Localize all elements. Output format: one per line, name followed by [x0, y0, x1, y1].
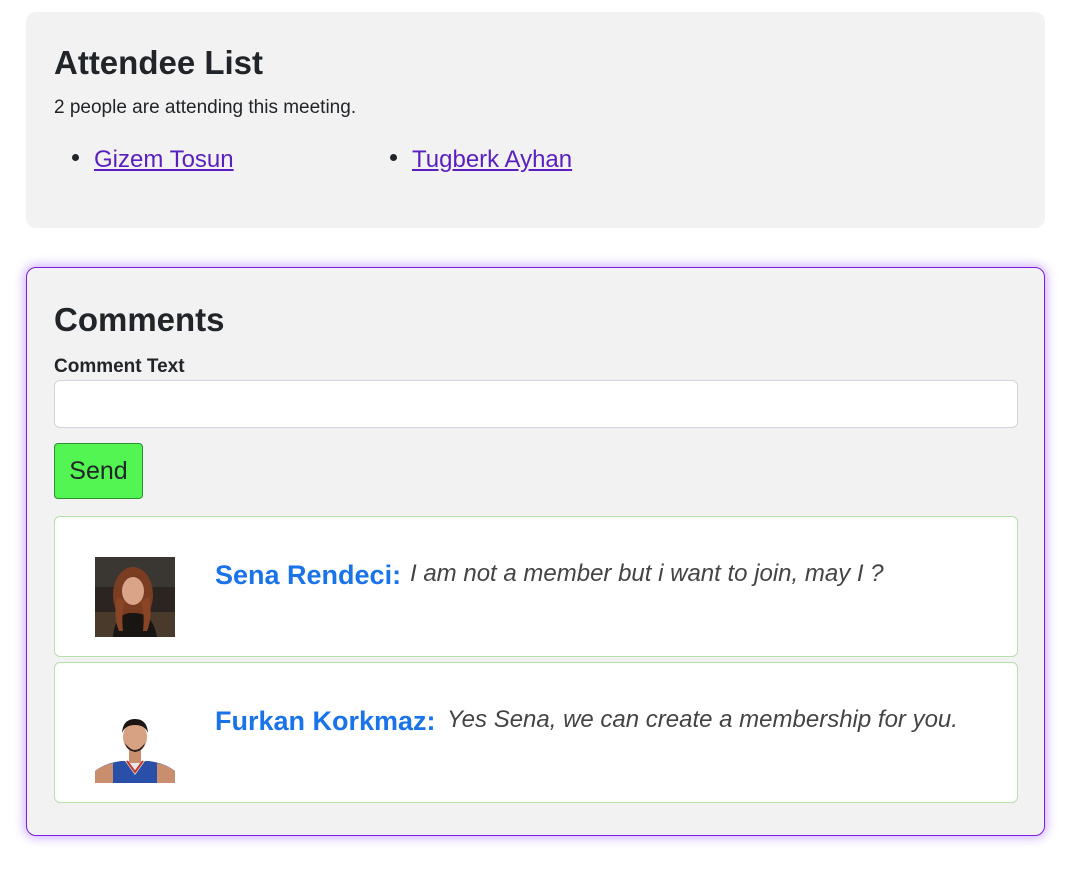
- attendee-list-title: Attendee List: [54, 44, 264, 81]
- attendee-count-text: 2 people are attending this meeting.: [54, 97, 357, 118]
- comment-author[interactable]: Sena Rendeci:: [215, 560, 401, 591]
- comment-text: Yes Sena, we can create a membership for…: [447, 706, 958, 733]
- attendee-item: Tugberk Ayhan: [390, 146, 572, 174]
- comment-author[interactable]: Furkan Korkmaz:: [215, 706, 436, 737]
- comments-card: Comments Comment Text Send Sena Rendeci:…: [26, 267, 1045, 836]
- bullet-icon: [390, 154, 397, 161]
- avatar-image: [95, 703, 175, 783]
- avatar-image: [95, 557, 175, 637]
- comment-item: Sena Rendeci: I am not a member but i wa…: [54, 516, 1018, 657]
- comment-text-label: Comment Text: [54, 356, 185, 377]
- comments-title: Comments: [54, 301, 225, 338]
- attendee-link-tugberk-ayhan[interactable]: Tugberk Ayhan: [412, 146, 572, 173]
- attendee-list-card: Attendee List 2 people are attending thi…: [26, 12, 1045, 228]
- comment-text-input[interactable]: [54, 380, 1018, 428]
- comment-item: Furkan Korkmaz: Yes Sena, we can create …: [54, 662, 1018, 803]
- attendee-link-gizem-tosun[interactable]: Gizem Tosun: [94, 146, 234, 173]
- avatar: [95, 557, 175, 637]
- attendee-item: Gizem Tosun: [72, 146, 234, 174]
- send-button[interactable]: Send: [54, 443, 143, 499]
- comment-text: I am not a member but i want to join, ma…: [410, 560, 884, 587]
- avatar: [95, 703, 175, 783]
- bullet-icon: [72, 154, 79, 161]
